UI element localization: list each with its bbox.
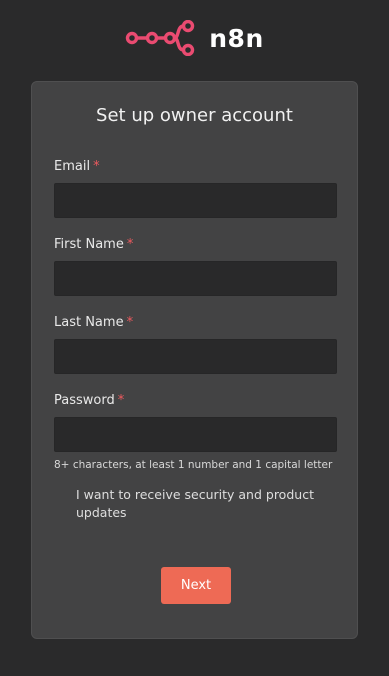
updates-checkbox-label[interactable]: I want to receive security and product u… — [76, 486, 336, 522]
last-name-field[interactable] — [54, 339, 337, 374]
n8n-logo-icon — [125, 20, 197, 56]
first-name-field[interactable] — [54, 261, 337, 296]
last-name-label: Last Name * — [54, 315, 133, 330]
required-marker: * — [117, 393, 125, 408]
password-hint: 8+ characters, at least 1 number and 1 c… — [54, 459, 333, 471]
form-title: Set up owner account — [96, 105, 293, 126]
email-label: Email * — [54, 159, 100, 174]
password-label: Password * — [54, 393, 124, 408]
email-field[interactable] — [54, 183, 337, 218]
required-marker: * — [126, 315, 134, 330]
updates-checkbox[interactable] — [56, 490, 70, 504]
password-field[interactable] — [54, 417, 337, 452]
brand-header: n8n — [0, 20, 389, 56]
next-button[interactable]: Next — [161, 567, 231, 604]
required-marker: * — [126, 237, 134, 252]
brand-name: n8n — [209, 23, 264, 53]
password-label-text: Password — [54, 393, 115, 408]
setup-page: n8n Set up owner account Email * First Na… — [0, 0, 389, 676]
email-label-text: Email — [54, 159, 91, 174]
required-marker: * — [93, 159, 100, 174]
first-name-label: First Name * — [54, 237, 133, 252]
first-name-label-text: First Name — [54, 237, 124, 252]
last-name-label-text: Last Name — [54, 315, 124, 330]
setup-card: Set up owner account Email * First Name * … — [31, 81, 358, 639]
